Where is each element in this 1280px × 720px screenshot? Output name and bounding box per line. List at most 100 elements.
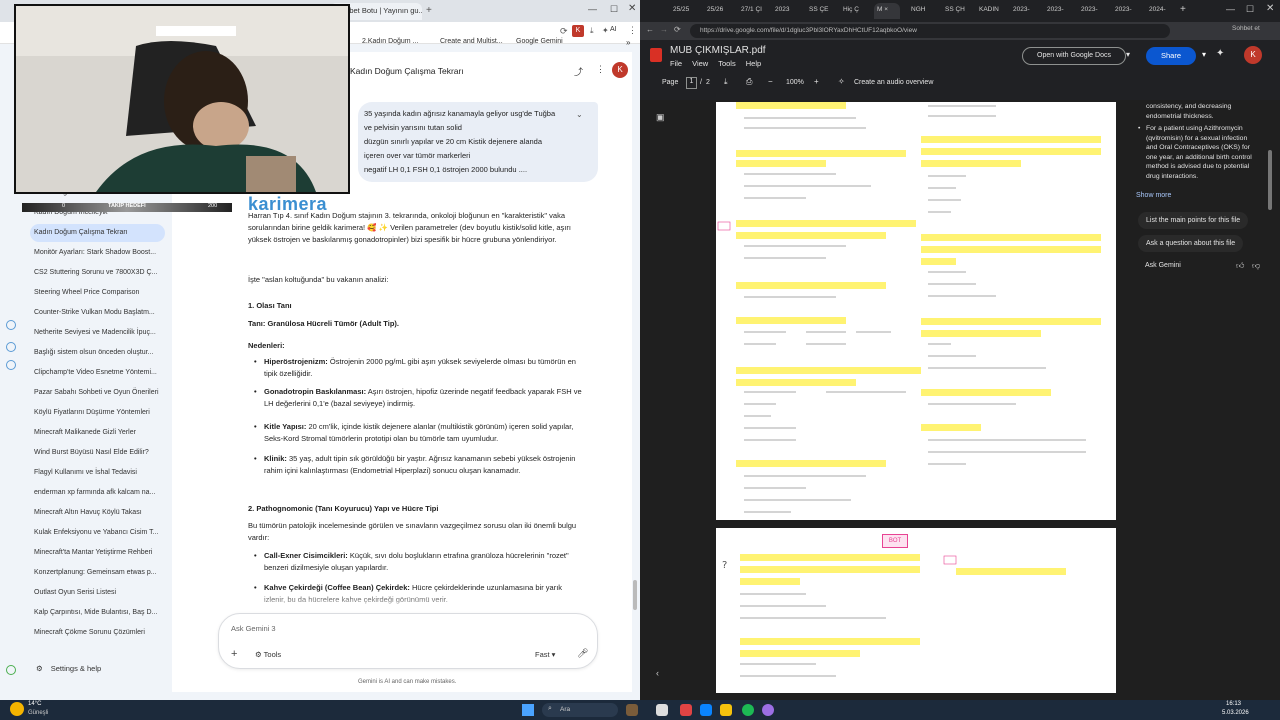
bookmark-3[interactable]: Google Gemini: [516, 38, 563, 45]
close-icon[interactable]: ✕: [1266, 3, 1274, 14]
mic-icon[interactable]: 🎤︎: [577, 648, 588, 659]
ask-input[interactable]: Ask Gemini 3: [231, 624, 276, 633]
open-with-dropdown-icon[interactable]: ▾: [1126, 50, 1130, 59]
clock-time[interactable]: 16:13: [1226, 701, 1241, 707]
browser-tab[interactable]: SS ÇE: [806, 3, 832, 19]
menu-dots-icon[interactable]: ⋮: [628, 25, 637, 36]
sidebar-chat-item[interactable]: enderman xp farmında afk kalcam na...: [30, 484, 165, 502]
sidebar-chat-item[interactable]: Netherite Seviyesi ve Madencilik İpuç...: [30, 324, 165, 342]
ask-gemini-button[interactable]: Ask Gemini: [1145, 262, 1181, 269]
windows-start-icon[interactable]: [522, 704, 534, 716]
edge-icon[interactable]: [700, 704, 712, 716]
settings-help[interactable]: ⚙ Settings & help: [36, 664, 101, 673]
thumbs-up-icon[interactable]: 👍︎: [1236, 261, 1244, 271]
browser-tab[interactable]: 2023-: [1112, 3, 1138, 19]
zoom-out-icon[interactable]: −: [768, 77, 773, 86]
sidebar-chat-item[interactable]: Outlast Oyun Serisi Listesi: [30, 584, 165, 602]
collapse-left-icon[interactable]: ‹: [656, 668, 659, 678]
url-field[interactable]: https://drive.google.com/file/d/1dgluc3P…: [690, 24, 1170, 38]
task-view-icon[interactable]: [656, 704, 668, 716]
share-dropdown-icon[interactable]: ▾: [1202, 50, 1206, 59]
more-icon[interactable]: ⋮: [596, 64, 605, 75]
sidebar-chat-item[interactable]: CS2 Stuttering Sorunu ve 7800X3D Ç...: [30, 264, 165, 282]
audio-icon[interactable]: ✧: [838, 77, 845, 86]
close-icon[interactable]: ✕: [628, 3, 636, 14]
plus-icon[interactable]: +: [231, 648, 237, 660]
sidebar-chat-item[interactable]: Counter-Strike Vulkan Modu Başlatm...: [30, 304, 165, 322]
reload-icon[interactable]: ⟳: [560, 26, 568, 37]
download-icon[interactable]: ⤓: [590, 26, 594, 36]
profile-avatar[interactable]: K: [572, 25, 584, 37]
weather-icon[interactable]: [10, 702, 24, 716]
explorer-icon[interactable]: [720, 704, 732, 716]
browser-tab[interactable]: M ×: [874, 3, 900, 19]
ai-label[interactable]: AI: [610, 26, 617, 33]
browser-tab[interactable]: SS ÇH: [942, 3, 968, 19]
sidebar-chat-item[interactable]: Pazar Sabahı Sohbeti ve Oyun Önerileri: [30, 384, 165, 402]
chat-scrollbar[interactable]: [633, 580, 637, 610]
share-button[interactable]: Share: [1146, 47, 1196, 65]
maximize-icon[interactable]: ☐: [1246, 4, 1254, 15]
audio-overview-button[interactable]: Create an audio overview: [854, 79, 933, 86]
rail-icon-3[interactable]: [6, 360, 16, 370]
rail-icon-4[interactable]: [6, 665, 16, 675]
app-icon-3[interactable]: [762, 704, 774, 716]
more-bookmarks-icon[interactable]: »: [626, 38, 630, 47]
browser-tab[interactable]: 2023-: [1010, 3, 1036, 19]
panel-scrollbar[interactable]: [1268, 150, 1272, 210]
share-icon[interactable]: ⤴: [574, 65, 583, 78]
sidebar-chat-item[interactable]: Kulak Enfeksiyonu ve Yabancı Cisim T...: [30, 524, 165, 542]
sidebar-chat-item[interactable]: Minecraft Çökme Sorunu Çözümleri: [30, 624, 165, 642]
new-tab-icon[interactable]: +: [426, 5, 432, 16]
menu-help[interactable]: Help: [746, 59, 761, 68]
spotify-icon[interactable]: [742, 704, 754, 716]
sidebar-chat-item[interactable]: Clipchamp'te Video Esnetme Yöntemi...: [30, 364, 165, 382]
browser-tab[interactable]: KADIN: [976, 3, 1002, 19]
zoom-in-icon[interactable]: +: [814, 77, 819, 86]
account-avatar[interactable]: K: [1244, 46, 1262, 64]
mode-select[interactable]: Fast ▾: [535, 650, 555, 659]
minimize-icon[interactable]: —: [588, 4, 597, 14]
app-icon-1[interactable]: [626, 704, 638, 716]
image-icon[interactable]: ▣: [656, 112, 665, 123]
app-icon-2[interactable]: [680, 704, 692, 716]
suggestion-ask-question[interactable]: Ask a question about this file: [1138, 235, 1244, 252]
sidebar-chat-item[interactable]: Kadın Doğum Çalışma Tekrarı: [30, 224, 165, 242]
browser-tab[interactable]: 27/1 ÇI: [738, 3, 764, 19]
menu-file[interactable]: File: [670, 59, 682, 68]
browser-tab[interactable]: NGH: [908, 3, 934, 19]
taskbar-search[interactable]: ⌕ Ara: [542, 703, 618, 717]
clock-date[interactable]: 5.03.2026: [1222, 710, 1249, 716]
sidebar-chat-item[interactable]: Konzertplanung: Gemeinsam etwas p...: [30, 564, 165, 582]
page-input[interactable]: 1: [686, 77, 697, 89]
maximize-icon[interactable]: ☐: [610, 4, 618, 15]
browser-tab[interactable]: 2023: [772, 3, 798, 19]
menu-view[interactable]: View: [692, 59, 708, 68]
sidebar-chat-item[interactable]: Minecraft Altın Havuç Köylü Takası: [30, 504, 165, 522]
forward-icon[interactable]: →: [660, 25, 668, 34]
sidebar-chat-item[interactable]: Başlığı sistem olsun önceden oluştur...: [30, 344, 165, 362]
account-avatar[interactable]: K: [612, 62, 628, 78]
sidebar-chat-item[interactable]: Monitör Ayarları: Stark Shadow Boost...: [30, 244, 165, 262]
show-more-link[interactable]: Show more: [1136, 192, 1171, 199]
browser-tab[interactable]: 2023-: [1044, 3, 1070, 19]
browser-tab[interactable]: 25/26: [704, 3, 730, 19]
back-icon[interactable]: ←: [646, 25, 654, 34]
weather-status[interactable]: Güneşli: [28, 710, 48, 716]
sidebar-chat-item[interactable]: Minecraft'ta Mantar Yetiştirme Rehberi: [30, 544, 165, 562]
sidebar-chat-item[interactable]: Wind Burst Büyüsü Nasıl Elde Edilir?: [30, 444, 165, 462]
new-tab-icon[interactable]: +: [1180, 4, 1186, 15]
sidebar-chat-item[interactable]: Köylü Fiyatlarını Düşürme Yöntemleri: [30, 404, 165, 422]
tools-button[interactable]: ⚙ Tools: [255, 650, 281, 659]
bookmark-1[interactable]: 2.Kadın Doğum ...: [362, 38, 418, 45]
minimize-icon[interactable]: —: [1226, 4, 1235, 14]
gemini-sparkle-icon[interactable]: ✦: [1216, 48, 1224, 59]
zoom-level[interactable]: 100%: [786, 79, 804, 86]
sidebar-chat-item[interactable]: Steering Wheel Price Comparison: [30, 284, 165, 302]
suggestion-main-points[interactable]: List the main points for this file: [1138, 212, 1249, 229]
sidebar-chat-item[interactable]: Flagyl Kullanımı ve İshal Tedavisi: [30, 464, 165, 482]
expand-chevron-icon[interactable]: ⌄: [576, 110, 583, 119]
open-with-button[interactable]: Open with Google Docs: [1022, 47, 1126, 65]
thumbs-down-icon[interactable]: 👎︎: [1252, 261, 1260, 271]
browser-tab[interactable]: 25/25: [670, 3, 696, 19]
